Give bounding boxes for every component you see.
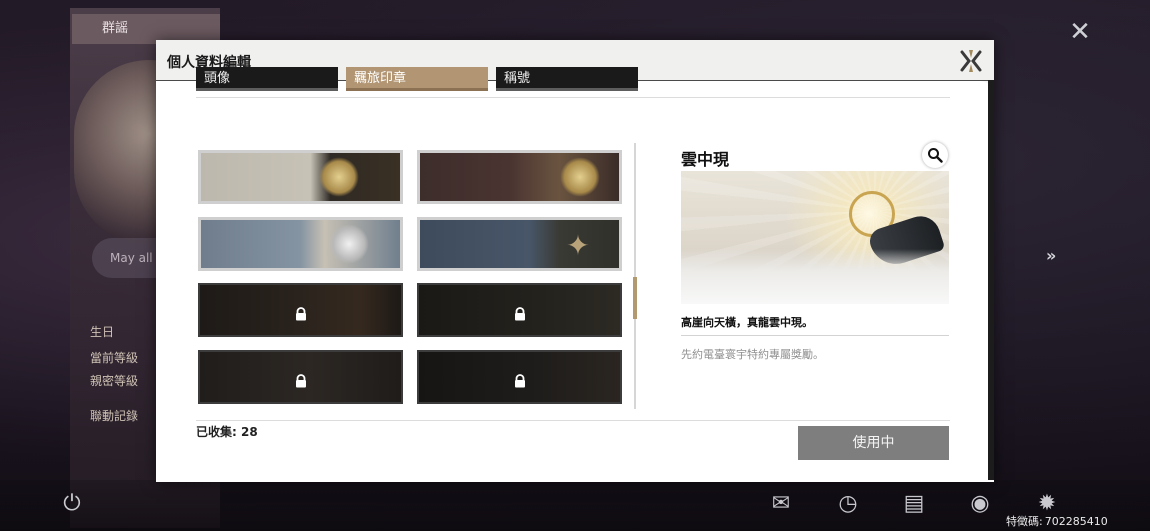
stamp-preview-image <box>681 171 949 304</box>
stamp-item[interactable]: ✦ <box>417 217 622 271</box>
stamp-item-locked[interactable] <box>198 283 403 337</box>
stamp-detail-title: 雲中現 <box>681 150 730 169</box>
stamp-item-locked[interactable] <box>417 350 622 404</box>
collected-count: 已收集: 28 <box>196 423 258 440</box>
stamp-list-scroll-track <box>634 143 636 409</box>
background-close-icon: ✕ <box>1069 17 1091 47</box>
uid-display: 特徵碼: 702285410 <box>1006 513 1108 529</box>
mail-icon: ✉ <box>771 491 791 516</box>
stamp-emblem <box>560 157 600 197</box>
collected-label: 已收集: <box>196 425 237 439</box>
tabs-divider <box>196 97 950 98</box>
stamp-emblem <box>329 224 369 264</box>
stamp-emblem: ✦ <box>566 229 590 262</box>
power-icon: ⏻ <box>63 491 81 516</box>
clock-icon: ◷ <box>838 491 858 516</box>
dialog-edge <box>988 80 994 480</box>
tab-title[interactable]: 稱號 <box>496 67 638 91</box>
zoom-button[interactable] <box>922 142 948 168</box>
stamp-detail-description: 高崖向天橫，真龍雲中現。 <box>681 316 813 329</box>
profile-info-line: 生日 <box>90 325 115 339</box>
lock-icon <box>513 374 527 388</box>
tab-travel-stamp[interactable]: 羈旅印章 <box>346 67 488 91</box>
notice-icon: ▤ <box>903 491 925 516</box>
dialog-close-button[interactable] <box>956 46 986 76</box>
stamp-list-scrollbar[interactable] <box>633 277 637 319</box>
lock-icon <box>294 374 308 388</box>
camera-icon: ◉ <box>970 491 990 516</box>
detail-divider <box>681 335 949 336</box>
uid-value: 702285410 <box>1044 515 1108 528</box>
lock-icon <box>294 307 308 321</box>
stamp-item[interactable] <box>198 150 403 204</box>
tab-avatar[interactable]: 頭像 <box>196 67 338 91</box>
stamp-item-locked[interactable] <box>198 350 403 404</box>
magnifier-icon <box>928 148 943 163</box>
stamp-item[interactable] <box>417 150 622 204</box>
bottom-divider <box>196 420 950 421</box>
uid-label: 特徵碼: <box>1006 515 1043 528</box>
close-x-icon <box>960 50 982 72</box>
collected-value: 28 <box>241 425 258 439</box>
preview-clouds <box>681 249 949 304</box>
stamp-item[interactable] <box>198 217 403 271</box>
profile-info-link: 聯動記錄 <box>90 409 139 423</box>
stamp-detail-source: 先約電臺寰宇特約專屬獎勵。 <box>681 348 824 361</box>
fast-forward-icon: » <box>1046 246 1057 265</box>
profile-info-line: 當前等級 <box>90 351 139 365</box>
stamp-item-locked[interactable] <box>417 283 622 337</box>
stamp-emblem <box>319 157 359 197</box>
lock-icon <box>513 307 527 321</box>
profile-info-line: 親密等級 <box>90 374 139 388</box>
in-use-button[interactable]: 使用中 <box>798 426 949 460</box>
